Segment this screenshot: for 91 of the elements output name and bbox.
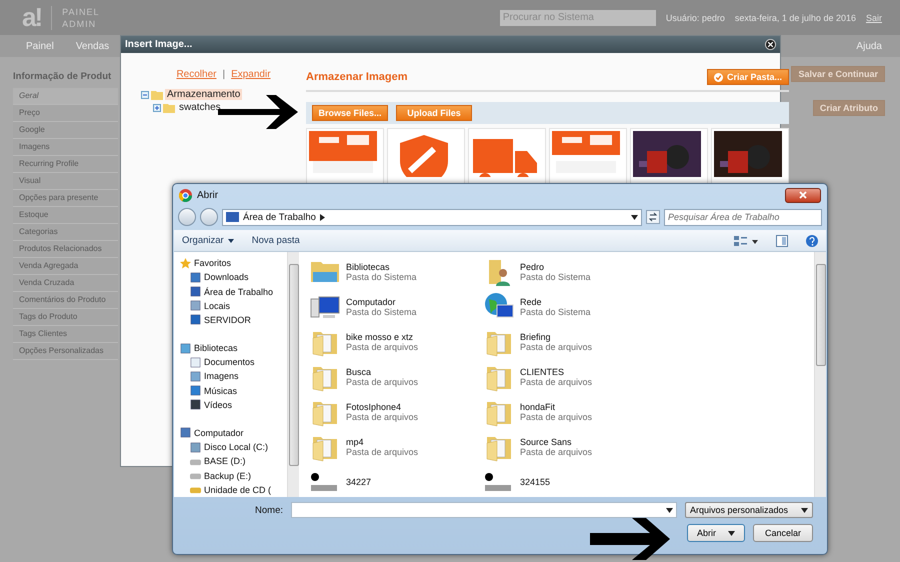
file-type: Pasta do Sistema xyxy=(520,306,591,316)
file-type: Pasta de arquivos xyxy=(520,412,592,422)
file-name[interactable]: 324155 xyxy=(520,476,550,486)
file-name[interactable]: 34227 xyxy=(346,476,372,486)
forward-button[interactable] xyxy=(200,208,218,226)
logo-word: PAINEL xyxy=(62,6,100,18)
file-name[interactable]: mp4 xyxy=(346,436,418,446)
file-type: Pasta de arquivos xyxy=(346,446,418,456)
file-name[interactable]: Bibliotecas xyxy=(346,262,417,272)
thumbnail[interactable] xyxy=(468,128,546,184)
tree-item[interactable]: swatches xyxy=(177,102,223,113)
check-icon xyxy=(714,72,723,82)
file-type: Pasta do Sistema xyxy=(346,306,417,316)
file-name[interactable]: Busca xyxy=(346,366,418,376)
nav-item[interactable]: Vídeos xyxy=(204,400,232,410)
cancel-button[interactable]: Cancelar xyxy=(753,524,813,542)
file-name[interactable]: Rede xyxy=(520,296,591,306)
file-name[interactable]: Briefing xyxy=(520,332,592,342)
search-field[interactable]: Pesquisar Área de Trabalho xyxy=(664,208,822,226)
dropdown-icon xyxy=(666,508,673,512)
nav-item[interactable]: Documentos xyxy=(204,357,255,368)
address-path[interactable]: Área de Trabalho xyxy=(243,212,316,222)
dropdown-icon xyxy=(728,530,735,536)
nav-item[interactable]: Disco Local (C:) xyxy=(204,442,268,452)
thumbnail[interactable] xyxy=(387,128,465,184)
file-name[interactable]: Pedro xyxy=(520,262,591,272)
user-name: Usuário: pedro xyxy=(666,12,725,22)
scrollbar[interactable] xyxy=(287,252,299,497)
file-type: Pasta do Sistema xyxy=(520,272,591,282)
open-button[interactable]: Abrir xyxy=(687,524,745,542)
nav-item[interactable]: Backup (E:) xyxy=(204,470,252,481)
thumbnail[interactable] xyxy=(549,128,627,184)
refresh-icon[interactable] xyxy=(646,210,660,224)
collapse-icon[interactable] xyxy=(141,90,149,98)
date-text: sexta-feira, 1 de julho de 2016 xyxy=(734,12,856,22)
dropdown-icon xyxy=(801,508,808,512)
file-name[interactable]: Computador xyxy=(346,296,417,306)
tree-item[interactable]: Armazenamento xyxy=(165,89,242,100)
nav-item[interactable]: Imagens xyxy=(204,371,239,382)
file-type: Pasta de arquivos xyxy=(346,376,418,386)
star-icon xyxy=(180,258,191,269)
file-type: Pasta do Sistema xyxy=(346,272,417,282)
desktop-icon xyxy=(226,212,239,222)
scrollbar[interactable] xyxy=(814,252,826,497)
nav-item[interactable]: Área de Trabalho xyxy=(204,286,274,297)
nav-item[interactable]: Músicas xyxy=(204,386,238,396)
window-title: Abrir xyxy=(197,190,220,200)
nav-item[interactable]: Locais xyxy=(204,300,230,311)
panel-heading: Armazenar Imagem xyxy=(306,71,408,83)
separator: | xyxy=(222,69,226,80)
view-icon[interactable] xyxy=(734,234,758,246)
chevron-icon xyxy=(320,214,325,220)
dialog-title: Insert Image... xyxy=(125,39,194,50)
name-field[interactable] xyxy=(291,502,677,518)
file-type: Pasta de arquivos xyxy=(520,446,592,456)
file-type: Pasta de arquivos xyxy=(346,342,418,352)
file-name[interactable]: hondaFit xyxy=(520,402,592,412)
nav-item[interactable]: BASE (D:) xyxy=(204,456,246,466)
name-label: Nome: xyxy=(255,504,283,516)
file-type: Pasta de arquivos xyxy=(520,342,592,352)
dropdown-icon[interactable] xyxy=(631,214,638,220)
back-button[interactable] xyxy=(178,208,196,226)
thumbnail[interactable] xyxy=(306,128,384,184)
preview-pane-icon[interactable] xyxy=(776,234,788,246)
nav-item[interactable]: Unidade de CD ( xyxy=(204,484,272,495)
file-name[interactable]: CLIENTES xyxy=(520,366,592,376)
logo-word: ADMIN xyxy=(62,18,98,30)
file-name[interactable]: Source Sans xyxy=(520,436,592,446)
thumbnail[interactable] xyxy=(630,128,708,184)
nav-group[interactable]: Computador xyxy=(194,428,244,438)
section-title: Informação de Produt xyxy=(13,71,112,82)
file-name[interactable]: FotosIphone4 xyxy=(346,402,418,412)
close-icon xyxy=(799,191,807,199)
nav-item[interactable]: SERVIDOR xyxy=(204,314,251,325)
help-icon[interactable] xyxy=(806,234,818,246)
nav-group[interactable]: Bibliotecas xyxy=(194,343,238,354)
file-type: Pasta de arquivos xyxy=(346,412,418,422)
expand-icon[interactable] xyxy=(153,104,161,112)
close-button[interactable] xyxy=(785,188,821,202)
caret-icon xyxy=(228,238,234,242)
thumbnail[interactable] xyxy=(711,128,789,184)
organize-button[interactable]: Organizar xyxy=(182,235,234,246)
file-type-dropdown[interactable]: Arquivos personalizados xyxy=(685,502,813,518)
browser-icon xyxy=(179,188,192,202)
new-folder-button[interactable]: Nova pasta xyxy=(252,235,300,246)
nav-item[interactable]: Downloads xyxy=(204,272,249,282)
close-icon[interactable] xyxy=(765,39,776,50)
file-type: Pasta de arquivos xyxy=(520,376,592,386)
nav-group[interactable]: Favoritos xyxy=(194,258,232,268)
file-name[interactable]: bike mosso e xtz xyxy=(346,332,418,342)
logo: a! xyxy=(22,2,42,33)
